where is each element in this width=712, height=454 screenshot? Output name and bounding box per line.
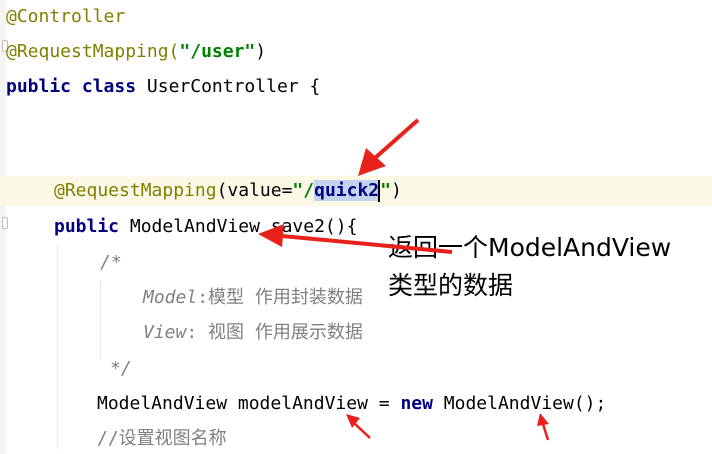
code-line-comment-close[interactable]: */ <box>110 354 132 384</box>
indent-guide <box>100 280 101 360</box>
keyword-public: public <box>6 76 72 97</box>
code-editor[interactable]: @Controller @RequestMapping("/user") pub… <box>0 0 712 454</box>
code-line-controller-annotation[interactable]: @Controller <box>6 2 125 32</box>
comment-token: :模型 作用封装数据 <box>197 287 363 308</box>
annotation-note-line1: 返回一个ModelAndView <box>388 233 672 262</box>
selected-text[interactable]: quick2 <box>314 180 380 201</box>
string-token: " <box>380 180 391 201</box>
comment-token: /* <box>100 252 122 273</box>
annotation-token: @Controller <box>6 6 126 27</box>
class-name-token: UserController { <box>136 76 321 97</box>
indent-guide <box>57 245 58 450</box>
code-line-class-mapping[interactable]: @RequestMapping("/user") <box>6 37 266 67</box>
comment-token: //设置视图名称 <box>97 428 227 449</box>
code-line-method-mapping[interactable]: @RequestMapping(value="/quick2") <box>54 176 402 206</box>
string-token: "/user" <box>179 41 256 62</box>
code-line-comment-open[interactable]: /* <box>100 248 122 278</box>
code-line-model-and-view-new[interactable]: ModelAndView modelAndView = new ModelAnd… <box>97 389 606 419</box>
code-line-method-signature[interactable]: public ModelAndView save2(){ <box>54 212 357 242</box>
keyword-class: class <box>81 76 137 97</box>
comment-token: : 视图 作用展示数据 <box>186 322 363 343</box>
param-token: (value= <box>216 180 293 201</box>
code-line-class-declaration[interactable]: public class UserController { <box>6 72 320 102</box>
constructor-token: ModelAndView(); <box>432 393 607 414</box>
comment-token: Model <box>143 287 198 308</box>
comment-token: View <box>143 322 187 343</box>
string-token: "/ <box>292 180 315 201</box>
keyword-public: public <box>54 216 120 237</box>
annotation-note-line2: 类型的数据 <box>388 271 514 300</box>
code-line-comment-set-view-name[interactable]: //设置视图名称 <box>97 424 227 454</box>
paren-token: ) <box>390 180 402 201</box>
code-line-comment-view[interactable]: View: 视图 作用展示数据 <box>143 318 363 348</box>
declaration-token: ModelAndView modelAndView = <box>97 393 401 414</box>
fold-marker[interactable] <box>2 217 8 229</box>
annotation-token: @RequestMapping <box>54 180 217 201</box>
annotation-token: @RequestMapping( <box>6 41 180 62</box>
comment-token: */ <box>110 358 132 379</box>
keyword-new: new <box>400 393 433 414</box>
code-line-comment-model[interactable]: Model:模型 作用封装数据 <box>143 283 363 313</box>
method-signature-token: ModelAndView save2(){ <box>119 216 358 237</box>
paren-token: ) <box>255 41 267 62</box>
